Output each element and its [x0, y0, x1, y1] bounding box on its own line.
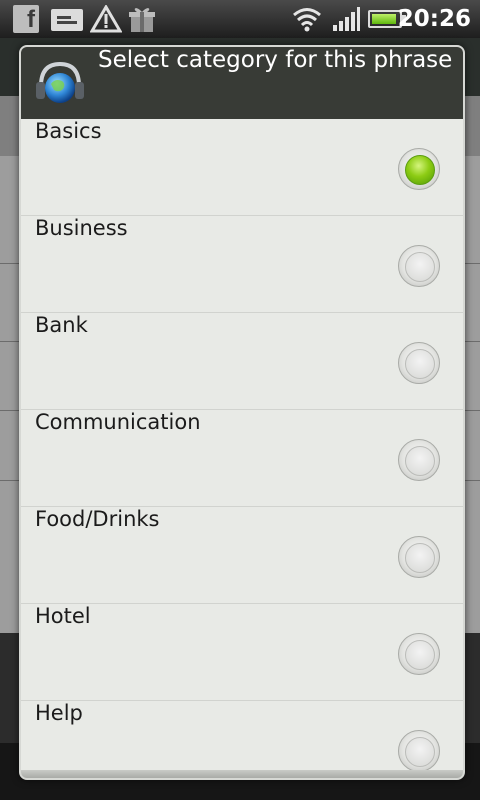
headset-globe-icon [36, 61, 84, 103]
wifi-icon [293, 8, 321, 32]
message-icon [51, 9, 83, 31]
category-list[interactable]: Basics Business Bank Communication Food/… [21, 119, 463, 774]
select-category-dialog: Select category for this phrase Basics B… [19, 45, 465, 780]
category-option-business[interactable]: Business [21, 216, 463, 313]
category-option-basics[interactable]: Basics [21, 119, 463, 216]
gift-icon [129, 8, 155, 32]
radio-button-checked[interactable] [398, 148, 440, 190]
radio-button[interactable] [398, 730, 440, 772]
dialog-title: Select category for this phrase [98, 47, 453, 73]
warning-icon [90, 5, 122, 33]
radio-button[interactable] [398, 439, 440, 481]
category-label: Food/Drinks [35, 507, 160, 531]
category-label: Basics [35, 119, 102, 143]
signal-icon [333, 7, 360, 31]
facebook-icon: f [13, 5, 39, 33]
category-option-food-drinks[interactable]: Food/Drinks [21, 507, 463, 604]
dialog-footer [21, 770, 463, 778]
category-label: Hotel [35, 604, 91, 628]
category-label: Help [35, 701, 83, 725]
category-option-bank[interactable]: Bank [21, 313, 463, 410]
category-option-hotel[interactable]: Hotel [21, 604, 463, 701]
category-option-help[interactable]: Help [21, 701, 463, 774]
radio-button[interactable] [398, 536, 440, 578]
category-label: Communication [35, 410, 201, 434]
radio-button[interactable] [398, 342, 440, 384]
radio-button[interactable] [398, 245, 440, 287]
status-time: 20:26 [397, 6, 471, 32]
category-label: Business [35, 216, 128, 240]
category-label: Bank [35, 313, 88, 337]
radio-button[interactable] [398, 633, 440, 675]
status-bar: f 20:26 [0, 0, 480, 38]
dialog-header: Select category for this phrase [21, 47, 463, 119]
category-option-communication[interactable]: Communication [21, 410, 463, 507]
